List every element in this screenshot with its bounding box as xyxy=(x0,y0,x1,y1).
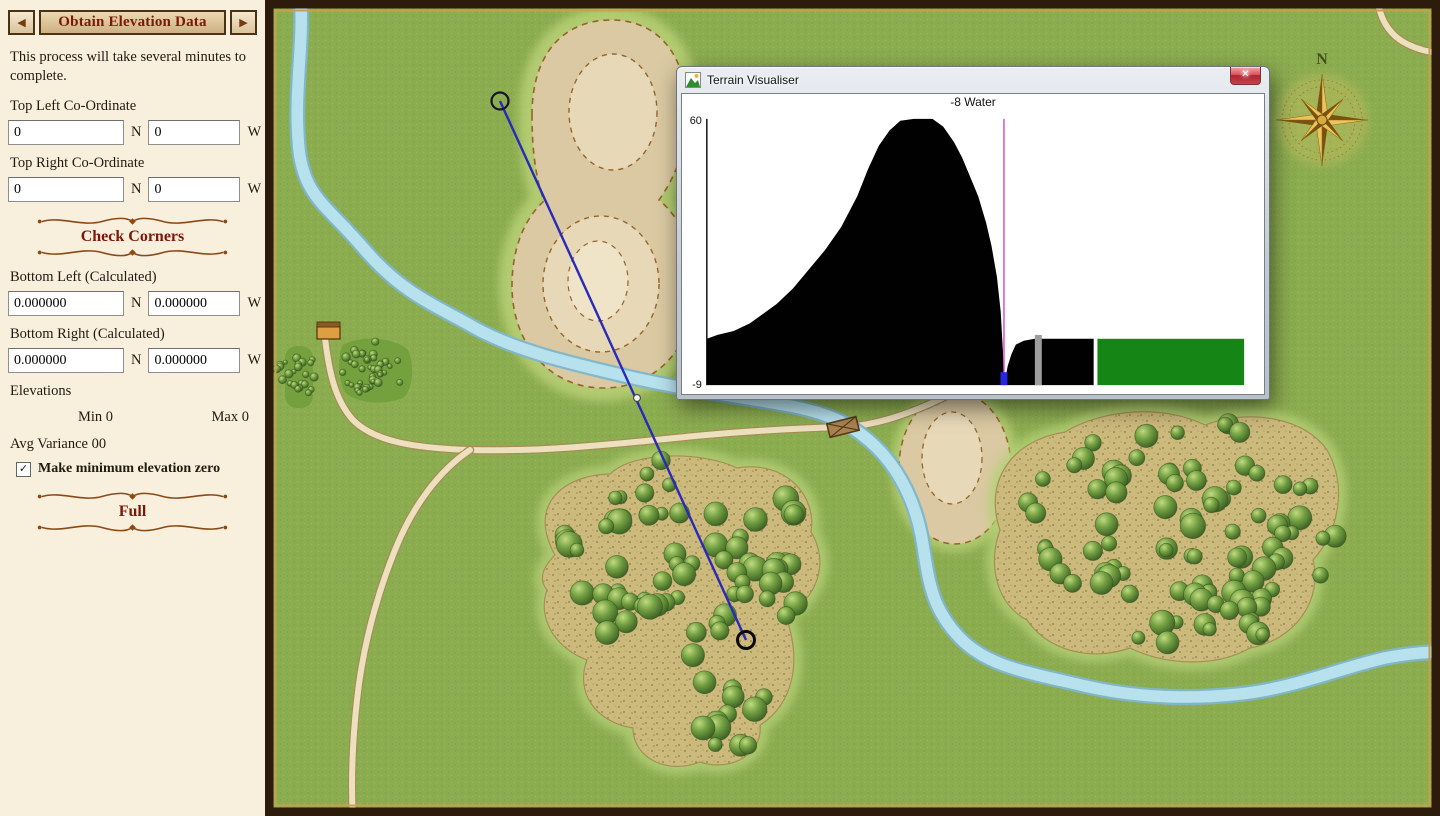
west-unit-label: W xyxy=(247,295,262,312)
north-unit-label: N xyxy=(131,295,142,312)
profile-cursor-dot xyxy=(633,394,641,402)
next-arrow-icon: ▶ xyxy=(239,16,248,29)
bottom-left-n-input[interactable] xyxy=(8,291,124,317)
bottom-right-row: N W xyxy=(8,348,261,374)
terrain-visualiser-icon xyxy=(685,72,701,88)
west-unit-label: W xyxy=(247,352,262,369)
avg-variance-value: Avg Variance 00 xyxy=(10,436,107,453)
map-application: ◀ Obtain Elevation Data ▶ This process w… xyxy=(0,0,1440,816)
sidebar-header: ◀ Obtain Elevation Data ▶ xyxy=(8,10,257,35)
check-icon: ✓ xyxy=(18,461,29,475)
bottom-left-row: N W xyxy=(8,291,261,317)
check-corners-button[interactable]: Check Corners xyxy=(8,215,257,259)
house-icon xyxy=(316,321,341,340)
intro-text: This process will take several minutes t… xyxy=(10,49,246,85)
hill-contours-north xyxy=(498,6,709,402)
check-corners-label: Check Corners xyxy=(80,228,185,246)
full-button[interactable]: Full xyxy=(8,490,257,534)
top-left-w-input[interactable] xyxy=(148,120,241,146)
make-min-zero-label: Make minimum elevation zero xyxy=(38,461,221,477)
panel-title: Obtain Elevation Data xyxy=(39,10,226,35)
west-unit-label: W xyxy=(247,124,262,141)
close-button[interactable]: ✕ xyxy=(1230,67,1261,85)
max-elevation-value: Max 0 xyxy=(211,409,249,426)
bottom-right-w-input[interactable] xyxy=(148,348,241,374)
prev-page-button[interactable]: ◀ xyxy=(8,10,35,35)
visualiser-body: -8 Water 60 -9 xyxy=(681,93,1265,395)
flourish-ornament xyxy=(37,492,228,501)
terrain-profile-chart[interactable]: 60 -9 xyxy=(683,111,1263,393)
compass-north-label: N xyxy=(1316,51,1328,68)
flourish-ornament xyxy=(37,217,228,226)
top-right-coordinate-label: Top Right Co-Ordinate xyxy=(10,155,145,172)
window-title: Terrain Visualiser xyxy=(707,73,799,87)
top-left-n-input[interactable] xyxy=(8,120,124,146)
elevations-label: Elevations xyxy=(10,383,72,400)
prev-arrow-icon: ◀ xyxy=(17,16,26,29)
full-label: Full xyxy=(118,503,147,521)
top-left-coordinate-label: Top Left Co-Ordinate xyxy=(10,98,137,115)
flourish-ornament xyxy=(37,249,228,257)
terrain-visualiser-window: Terrain Visualiser ✕ -8 Water 60 -9 xyxy=(676,66,1270,400)
elevation-sidebar: ◀ Obtain Elevation Data ▶ This process w… xyxy=(0,0,265,816)
north-unit-label: N xyxy=(131,181,142,198)
bottom-right-label: Bottom Right (Calculated) xyxy=(10,326,165,343)
elevation-minmax-row: Min 0 Max 0 xyxy=(8,409,257,426)
flourish-ornament xyxy=(37,524,228,532)
make-min-zero-checkbox[interactable]: ✓ xyxy=(16,461,31,477)
west-unit-label: W xyxy=(247,181,262,198)
close-icon: ✕ xyxy=(1241,69,1250,80)
next-page-button[interactable]: ▶ xyxy=(230,10,257,35)
top-right-w-input[interactable] xyxy=(148,177,241,203)
make-min-zero-row: ✓ Make minimum elevation zero xyxy=(16,461,257,477)
north-unit-label: N xyxy=(131,124,142,141)
top-right-n-input[interactable] xyxy=(8,177,124,203)
north-unit-label: N xyxy=(131,352,142,369)
svg-text:-9: -9 xyxy=(692,379,702,391)
bottom-left-label: Bottom Left (Calculated) xyxy=(10,269,157,286)
top-right-coordinate-row: N W xyxy=(8,177,261,203)
window-titlebar[interactable]: Terrain Visualiser ✕ xyxy=(677,67,1269,93)
bottom-left-w-input[interactable] xyxy=(148,291,241,317)
chart-title: -8 Water xyxy=(950,95,996,109)
svg-text:60: 60 xyxy=(690,115,702,127)
min-elevation-value: Min 0 xyxy=(78,409,114,426)
forest-east xyxy=(986,403,1347,670)
bottom-right-n-input[interactable] xyxy=(8,348,124,374)
top-left-coordinate-row: N W xyxy=(8,120,261,146)
